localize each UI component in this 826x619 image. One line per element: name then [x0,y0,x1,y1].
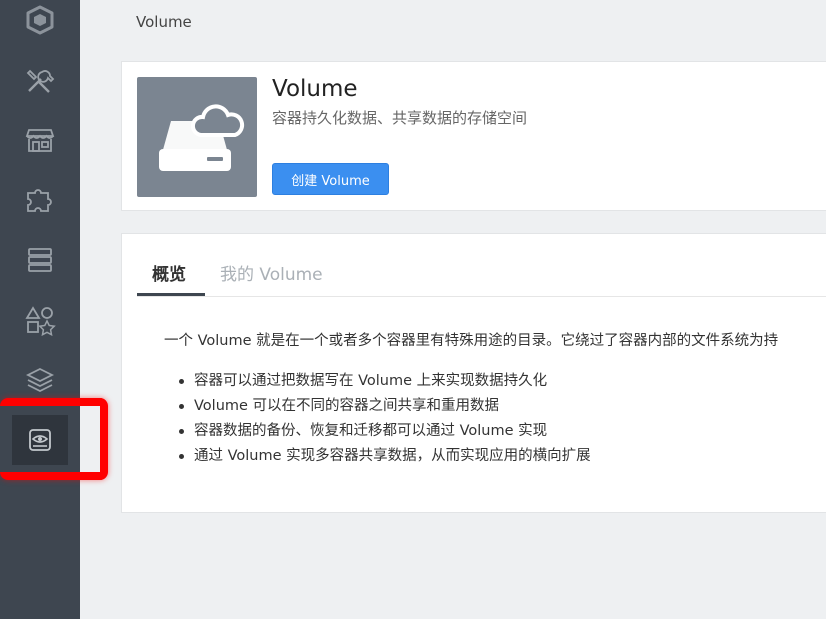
tab-overview[interactable]: 概览 [152,260,186,285]
puzzle-icon [27,189,52,212]
store-icon [25,129,55,152]
shapes-icon [25,306,56,336]
page-title: Volume [272,76,358,102]
create-volume-button[interactable]: 创建 Volume [272,163,389,195]
nav-store[interactable] [12,115,68,165]
list-item: Volume 可以在不同的容器之间共享和重用数据 [179,395,591,420]
highlight-annotation [0,398,108,480]
nav-logo[interactable] [12,0,68,45]
nav-plugins[interactable] [12,175,68,225]
tab-bar: 概览 我的 Volume [137,234,826,297]
layers-icon [25,367,55,393]
cloud-drive-icon [159,104,245,171]
nav-servers[interactable] [12,235,68,285]
active-tab-indicator [137,293,205,296]
cube-logo-icon [26,5,54,35]
list-item: 通过 Volume 实现多容器共享数据，从而实现应用的横向扩展 [179,445,591,470]
sidebar [0,0,80,619]
content-card: 概览 我的 Volume 一个 Volume 就是在一个或者多个容器里有特殊用途… [121,233,826,513]
tools-icon [26,69,55,93]
tab-my-volume[interactable]: 我的 Volume [220,260,323,285]
intro-text: 一个 Volume 就是在一个或者多个容器里有特殊用途的目录。它绕过了容器内部的… [164,333,779,349]
volume-logo [137,77,257,197]
page-subtitle: 容器持久化数据、共享数据的存储空间 [272,109,528,127]
breadcrumb: Volume [136,13,192,31]
nav-shapes[interactable] [12,295,68,345]
header-card: Volume 容器持久化数据、共享数据的存储空间 创建 Volume [121,61,826,211]
list-item: 容器可以通过把数据写在 Volume 上来实现数据持久化 [179,370,591,395]
server-stack-icon [28,248,52,272]
nav-tools[interactable] [12,55,68,105]
list-item: 容器数据的备份、恢复和迁移都可以通过 Volume 实现 [179,420,591,445]
feature-list: 容器可以通过把数据写在 Volume 上来实现数据持久化 Volume 可以在不… [179,370,591,470]
